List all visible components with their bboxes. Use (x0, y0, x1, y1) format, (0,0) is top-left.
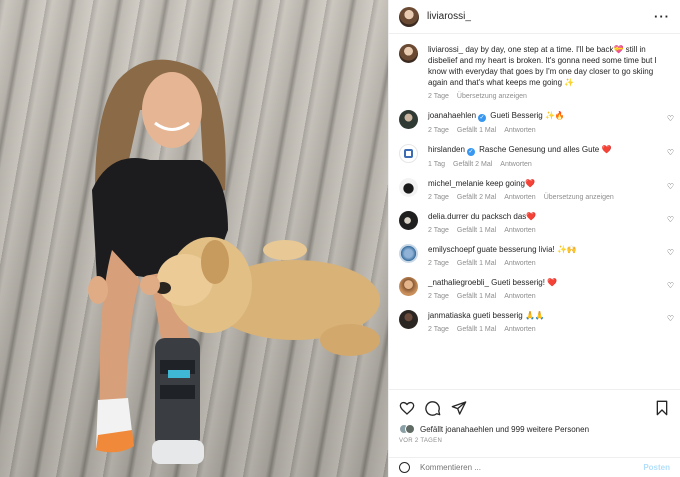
likes-text[interactable]: Gefällt joanahaehlen und 999 weitere Per… (420, 425, 589, 434)
more-dots-icon[interactable]: ··· (654, 9, 670, 24)
comment-likes[interactable]: Gefällt 1 Mal (457, 326, 496, 333)
comment-item: delia.durrer du packsch das❤️ 2 Tage Gef… (399, 211, 674, 234)
comment-time: 2 Tage (428, 326, 449, 333)
comment-reply-link[interactable]: Antworten (504, 260, 536, 267)
action-bar (389, 390, 680, 418)
heart-icon[interactable] (399, 400, 415, 416)
post-side-panel: liviarossi_ ··· liviarossi_ day by day, … (388, 0, 680, 477)
comment-item: _nathaliegroebli_ Gueti besserig! ❤️ 2 T… (399, 277, 674, 300)
verified-badge-icon: ✓ (466, 148, 475, 156)
verified-badge-icon: ✓ (478, 114, 487, 122)
comment-avatar[interactable] (399, 144, 418, 163)
comment-bubble-icon[interactable] (425, 400, 441, 416)
comment-time: 1 Tag (428, 161, 445, 168)
comment-item: michel_melanie keep going❤️ 2 Tage Gefäl… (399, 178, 674, 201)
comment-username[interactable]: hirslanden (428, 145, 465, 154)
comment-like-heart-icon[interactable]: ♡ (667, 314, 674, 323)
comment-item: emilyschoepf guate besserung livia! ✨🙌 2… (399, 244, 674, 267)
comment-avatar[interactable] (399, 310, 418, 329)
photo-illustration (88, 59, 380, 464)
comment-text: gueti besserig 🙏🙏 (472, 311, 545, 320)
comment-username[interactable]: janmatiaska (428, 311, 471, 320)
comment-reply-link[interactable]: Antworten (504, 194, 536, 201)
comment-username[interactable]: delia.durrer (428, 212, 468, 221)
post-footer: Gefällt joanahaehlen und 999 weitere Per… (389, 389, 680, 477)
comment-avatar[interactable] (399, 178, 418, 197)
comment-like-heart-icon[interactable]: ♡ (667, 114, 674, 123)
comment-avatar[interactable] (399, 211, 418, 230)
comment-username[interactable]: _nathaliegroebli_ (428, 278, 489, 287)
post-header: liviarossi_ ··· (389, 0, 680, 34)
comment-reply-link[interactable]: Antworten (504, 227, 536, 234)
comment-likes[interactable]: Gefällt 1 Mal (457, 260, 496, 267)
caption: liviarossi_ day by day, one step at a ti… (399, 44, 674, 100)
comment-time: 2 Tage (428, 293, 449, 300)
post-photo[interactable] (0, 0, 388, 477)
comment-item: joanahaehlen ✓ Gueti Besserig ✨🔥 2 Tage G… (399, 110, 674, 134)
caption-time: 2 Tage (428, 93, 449, 100)
comment-likes[interactable]: Gefällt 1 Mal (457, 127, 496, 134)
likes-summary[interactable]: Gefällt joanahaehlen und 999 weitere Per… (389, 418, 680, 434)
comment-reply-link[interactable]: Antworten (504, 326, 536, 333)
comment-like-heart-icon[interactable]: ♡ (667, 248, 674, 257)
post-date: VOR 2 TAGEN (399, 438, 443, 444)
comment-input[interactable] (420, 463, 644, 472)
comment-username[interactable]: joanahaehlen (428, 111, 476, 120)
comment-text: du packsch das❤️ (470, 212, 537, 221)
caption-text: day by day, one step at a time. I'll be … (428, 45, 657, 87)
comment-like-heart-icon[interactable]: ♡ (667, 182, 674, 191)
comment-like-heart-icon[interactable]: ♡ (667, 148, 674, 157)
instagram-post-window: liviarossi_ ··· liviarossi_ day by day, … (0, 0, 680, 477)
comment-time: 2 Tage (428, 194, 449, 201)
caption-avatar[interactable] (399, 44, 418, 63)
comment-username[interactable]: emilyschoepf (428, 245, 475, 254)
add-comment-bar: Posten (389, 457, 680, 477)
comment-like-heart-icon[interactable]: ♡ (667, 215, 674, 224)
comment-text: Rasche Genesung und alles Gute ❤️ (479, 145, 612, 154)
comment-text: keep going❤️ (485, 179, 535, 188)
caption-translate-link[interactable]: Übersetzung anzeigen (457, 93, 527, 100)
comment-reply-link[interactable]: Antworten (500, 161, 532, 168)
comment-time: 2 Tage (428, 227, 449, 234)
comment-likes[interactable]: Gefällt 1 Mal (457, 227, 496, 234)
bookmark-icon[interactable] (654, 400, 670, 416)
liker-avatar (405, 424, 415, 434)
emoji-smiley-icon[interactable] (399, 462, 410, 473)
comments-list[interactable]: liviarossi_ day by day, one step at a ti… (389, 36, 680, 389)
comment-like-heart-icon[interactable]: ♡ (667, 281, 674, 290)
comment-time: 2 Tage (428, 127, 449, 134)
comment-item: janmatiaska gueti besserig 🙏🙏 2 Tage Gef… (399, 310, 674, 333)
comment-likes[interactable]: Gefällt 2 Mal (453, 161, 492, 168)
comment-time: 2 Tage (428, 260, 449, 267)
comment-item: hirslanden ✓ Rasche Genesung und alles Gu… (399, 144, 674, 168)
comment-avatar[interactable] (399, 244, 418, 263)
comment-text: Gueti Besserig ✨🔥 (490, 111, 565, 120)
caption-username[interactable]: liviarossi_ (428, 45, 463, 54)
paper-plane-icon[interactable] (451, 400, 467, 416)
comment-reply-link[interactable]: Antworten (504, 293, 536, 300)
comment-text: guate besserung livia! ✨🙌 (476, 245, 577, 254)
comment-avatar[interactable] (399, 110, 418, 129)
comment-reply-link[interactable]: Antworten (504, 127, 536, 134)
comment-text: Gueti besserig! ❤️ (491, 278, 558, 287)
comment-likes[interactable]: Gefällt 1 Mal (457, 293, 496, 300)
comment-avatar[interactable] (399, 277, 418, 296)
post-comment-button[interactable]: Posten (643, 463, 670, 472)
comment-username[interactable]: michel_melanie (428, 179, 484, 188)
comment-likes[interactable]: Gefällt 2 Mal (457, 194, 496, 201)
comment-translate-link[interactable]: Übersetzung anzeigen (544, 194, 614, 201)
author-avatar[interactable] (399, 6, 419, 27)
author-username[interactable]: liviarossi_ (427, 11, 471, 22)
